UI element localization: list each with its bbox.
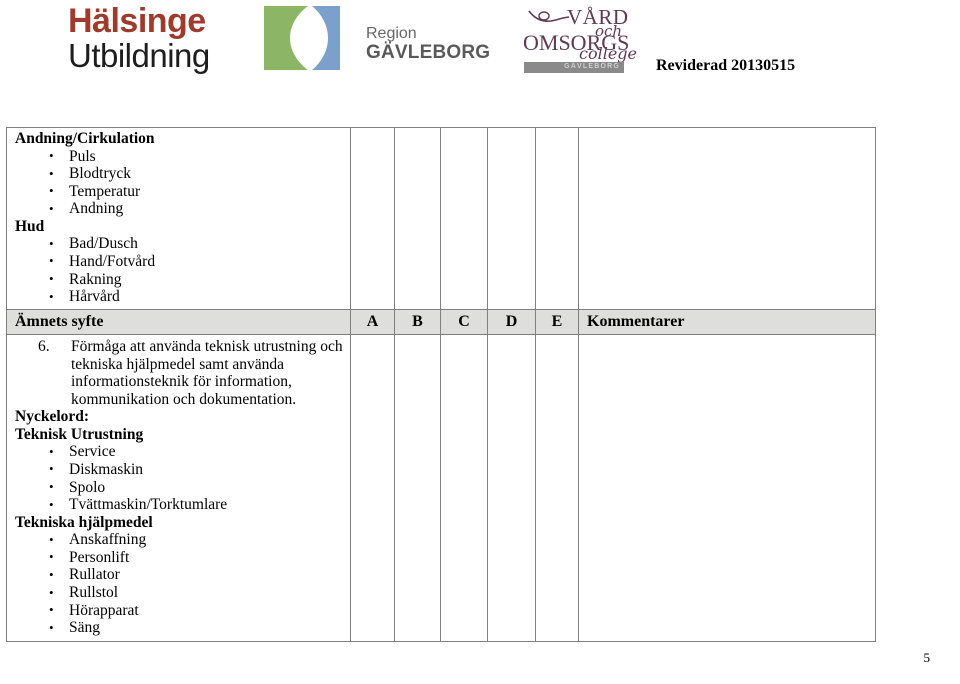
keywords-label: Nyckelord: (15, 408, 90, 426)
list-item: Service (13, 443, 346, 461)
continuation-keywords-cell: Andning/Cirkulation Puls Blodtryck Tempe… (6, 127, 351, 311)
list-item: Diskmaskin (13, 460, 346, 479)
list-item: Säng (13, 619, 346, 637)
page-number: 5 (923, 650, 931, 665)
grade-cell-e[interactable] (535, 334, 579, 642)
table-row: 6. Förmåga att använda teknisk utrustnin… (6, 334, 876, 642)
column-header-comments-label: Kommentarer (587, 312, 685, 330)
region-gavleborg-mark-icon (264, 6, 354, 70)
grade-cell-c[interactable] (440, 127, 488, 311)
section-heading: Tekniska hjälpmedel (15, 513, 153, 531)
grade-cell-b[interactable] (394, 127, 441, 311)
section-heading: Andning/Cirkulation (15, 130, 155, 147)
region-gavleborg-wordmark: Region GÄVLEBORG (366, 25, 491, 63)
grade-cell-d[interactable] (487, 127, 536, 311)
keyword-list: Puls Blodtryck Temperatur Andning (13, 147, 346, 218)
halsinge-logo-line1: Hälsinge (68, 2, 206, 40)
column-header-b: B (394, 309, 441, 335)
grade-cell-e[interactable] (535, 127, 579, 311)
list-item: Anskaffning (13, 531, 346, 549)
list-item: Rullator (13, 566, 346, 584)
voc-region-bar: GÄVLEBORG (524, 62, 624, 73)
halsinge-utbildning-logo: Hälsinge Utbildning (68, 4, 210, 72)
list-item: Rullstol (13, 584, 346, 602)
aim-and-keywords-cell: 6. Förmåga att använda teknisk utrustnin… (6, 334, 351, 642)
list-item: Temperatur (13, 182, 346, 201)
list-item: Puls (13, 147, 346, 166)
grade-cell-b[interactable] (394, 334, 441, 642)
table-row: Andning/Cirkulation Puls Blodtryck Tempe… (6, 127, 876, 311)
grade-cell-a[interactable] (350, 127, 395, 311)
revision-stamp: Reviderad 20130515 (656, 57, 796, 74)
comment-cell[interactable] (578, 334, 876, 642)
column-header-c-label: C (458, 312, 470, 330)
aim-paragraph: 6. Förmåga att använda teknisk utrustnin… (13, 337, 346, 408)
list-item: Personlift (13, 548, 346, 567)
grade-cell-a[interactable] (350, 334, 395, 642)
aim-text: Förmåga att använda teknisk utrustning o… (71, 338, 343, 408)
list-item: Bad/Dusch (13, 235, 346, 253)
keyword-list: Service Diskmaskin Spolo Tvättmaskin/Tor… (13, 443, 346, 513)
grade-cell-d[interactable] (487, 334, 536, 642)
column-header-a-label: A (366, 312, 379, 330)
keyword-list: Bad/Dusch Hand/Fotvård Rakning Hårvård (13, 235, 346, 305)
voc-word-college: college (579, 44, 638, 63)
list-item: Hörapparat (13, 601, 346, 620)
section-heading: Teknisk Utrustning (15, 425, 144, 443)
comment-cell[interactable] (578, 127, 876, 311)
region-logo-line1: Region (366, 25, 417, 42)
list-item: Hand/Fotvård (13, 252, 346, 271)
list-item: Spolo (13, 478, 346, 497)
document-header: Hälsinge Utbildning Region GÄVLEBORG VÅR… (0, 0, 960, 118)
column-header-d-label: D (505, 312, 518, 330)
column-header-e-label: E (551, 312, 563, 330)
continuation-table: Andning/Cirkulation Puls Blodtryck Tempe… (6, 127, 876, 311)
column-header-comments: Kommentarer (578, 309, 876, 335)
grade-cell-c[interactable] (440, 334, 488, 642)
list-item: Hårvård (13, 288, 346, 306)
aim-number: 6. (38, 338, 50, 355)
assessment-table: Ämnets syfte A B C D E Kommentarer 6. Fö… (6, 309, 876, 642)
column-header-purpose: Ämnets syfte (6, 309, 351, 335)
voc-bar-label: GÄVLEBORG (564, 63, 620, 70)
voc-swoosh-icon (527, 8, 571, 26)
list-item: Blodtryck (13, 165, 346, 183)
keyword-list: Anskaffning Personlift Rullator Rullstol… (13, 531, 346, 637)
region-logo-line2: GÄVLEBORG (366, 41, 491, 63)
list-item: Rakning (13, 270, 346, 289)
section-heading: Hud (15, 217, 45, 235)
table-header-row: Ämnets syfte A B C D E Kommentarer (6, 309, 876, 335)
column-header-d: D (487, 309, 536, 335)
column-header-e: E (535, 309, 579, 335)
column-header-purpose-label: Ämnets syfte (15, 312, 104, 330)
list-item: Tvättmaskin/Torktumlare (13, 496, 346, 514)
region-gavleborg-logo: Region GÄVLEBORG (264, 6, 490, 72)
column-header-b-label: B (412, 312, 423, 330)
column-header-a: A (350, 309, 395, 335)
halsinge-logo-line2: Utbildning (68, 37, 210, 74)
vard-omsorgs-college-logo: VÅRD och OMSORGS college GÄVLEBORG (523, 4, 653, 76)
list-item: Andning (13, 200, 346, 218)
column-header-c: C (440, 309, 488, 335)
